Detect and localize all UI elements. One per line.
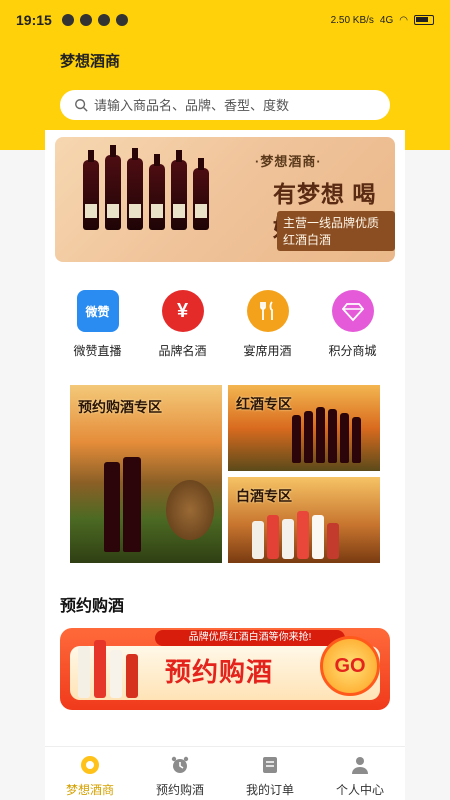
wine-barrel-image [166, 480, 214, 540]
hero-banner[interactable]: ·梦想酒商· 有梦想 喝好酒! 主营一线品牌优质红酒白酒 [55, 137, 395, 262]
category-grid: 微赞 微赞直播 ¥ 品牌名酒 宴席用酒 积分商城 [55, 290, 395, 370]
wine-bottle-image [123, 457, 141, 552]
status-time: 19:15 [16, 12, 52, 28]
section-title-reservation: 预约购酒 [60, 598, 125, 615]
wine-bottle-image [316, 407, 325, 463]
wine-bottle-image [104, 462, 120, 552]
liquor-bottle-image [252, 521, 264, 559]
banner-subtitle: ·梦想酒商· [255, 154, 322, 169]
tab-label: 梦想酒商 [65, 783, 114, 797]
tab-orders[interactable]: 我的订单 [225, 747, 315, 800]
alarm-clock-icon [171, 756, 189, 773]
promo-bottles [292, 407, 361, 463]
liquor-bottle-image [78, 646, 90, 698]
wine-bottle-image [105, 145, 121, 230]
app-title: 梦想酒商 [60, 53, 121, 70]
bottom-tab-bar: 梦想酒商 预约购酒 我的订单 个人中心 [45, 746, 405, 800]
search-icon [75, 99, 88, 112]
reservation-banner-text: 预约购酒 [165, 657, 274, 687]
tab-profile[interactable]: 个人中心 [315, 747, 405, 800]
promo-red-wine-zone[interactable]: 红酒专区 [228, 385, 380, 471]
tab-reservation[interactable]: 预约购酒 [135, 747, 225, 800]
order-list-icon [263, 757, 277, 773]
category-brand-liquor[interactable]: ¥ 品牌名酒 [140, 290, 225, 370]
reservation-bottles [78, 640, 138, 698]
promo-bottles [252, 511, 339, 559]
category-label: 积分商城 [328, 344, 377, 358]
liquor-bottle-image [312, 515, 324, 559]
liquor-bottle-image [110, 650, 122, 698]
weizan-logo-icon: 微赞 [76, 290, 119, 332]
reservation-banner[interactable]: 品牌优质红酒白酒等你来抢! 预约购酒 GO [60, 628, 390, 710]
liquor-bottle-image [267, 515, 279, 559]
yen-icon: ¥ [161, 290, 204, 332]
wine-bottle-image [340, 413, 349, 463]
category-weizan-live[interactable]: 微赞 微赞直播 [55, 290, 140, 370]
promo-label: 白酒专区 [236, 488, 292, 504]
notification-icon [79, 14, 92, 26]
home-icon [81, 756, 99, 774]
liquor-bottle-image [282, 519, 294, 559]
fork-knife-icon [246, 290, 289, 332]
status-left: 19:15 [16, 12, 128, 28]
tab-label: 个人中心 [335, 783, 384, 797]
wine-bottle-image [352, 417, 361, 463]
wine-bottle-image [149, 154, 165, 230]
signal-label: 4G [379, 14, 394, 26]
notification-icon [61, 14, 74, 26]
category-label: 宴席用酒 [243, 344, 292, 358]
category-points-mall[interactable]: 积分商城 [310, 290, 395, 370]
notification-icon [97, 14, 110, 26]
tab-home[interactable]: 梦想酒商 [45, 747, 135, 800]
wine-bottle-image [292, 415, 301, 463]
promo-reservation-zone[interactable]: 预约购酒专区 [70, 385, 222, 563]
promo-label: 红酒专区 [236, 396, 292, 412]
battery-icon [414, 15, 434, 25]
wine-bottle-image [83, 150, 99, 230]
user-icon [352, 757, 368, 774]
search-input[interactable] [94, 97, 384, 113]
category-label: 微赞直播 [73, 344, 122, 358]
status-right: 2.50 KB/s 4G ◠ [331, 15, 434, 26]
wifi-icon: ◠ [399, 14, 408, 26]
wine-bottle-image [328, 409, 337, 463]
tab-label: 我的订单 [245, 783, 294, 797]
liquor-bottle-image [94, 640, 106, 698]
liquor-bottle-image [297, 511, 309, 559]
promo-white-liquor-zone[interactable]: 白酒专区 [228, 477, 380, 563]
category-banquet-liquor[interactable]: 宴席用酒 [225, 290, 310, 370]
network-speed: 2.50 KB/s [330, 14, 374, 26]
diamond-icon [331, 290, 374, 332]
liquor-bottle-image [126, 654, 138, 698]
promo-bottles [104, 457, 141, 552]
promo-label: 预约购酒专区 [78, 399, 162, 415]
wine-bottle-image [193, 158, 209, 230]
wine-bottle-image [127, 148, 143, 230]
status-bar: 19:15 2.50 KB/s 4G ◠ [0, 0, 450, 40]
go-button[interactable]: GO [320, 636, 380, 696]
wine-bottle-image [304, 411, 313, 463]
banner-bottles [83, 145, 209, 230]
reservation-strip-text: 品牌优质红酒白酒等你来抢! [155, 630, 345, 646]
category-label: 品牌名酒 [158, 344, 207, 358]
wine-bottle-image [171, 150, 187, 230]
liquor-bottle-image [327, 523, 339, 559]
notification-icon [115, 14, 128, 26]
search-bar[interactable] [60, 90, 390, 120]
tab-label: 预约购酒 [155, 783, 204, 797]
banner-tagline: 主营一线品牌优质红酒白酒 [277, 211, 395, 251]
